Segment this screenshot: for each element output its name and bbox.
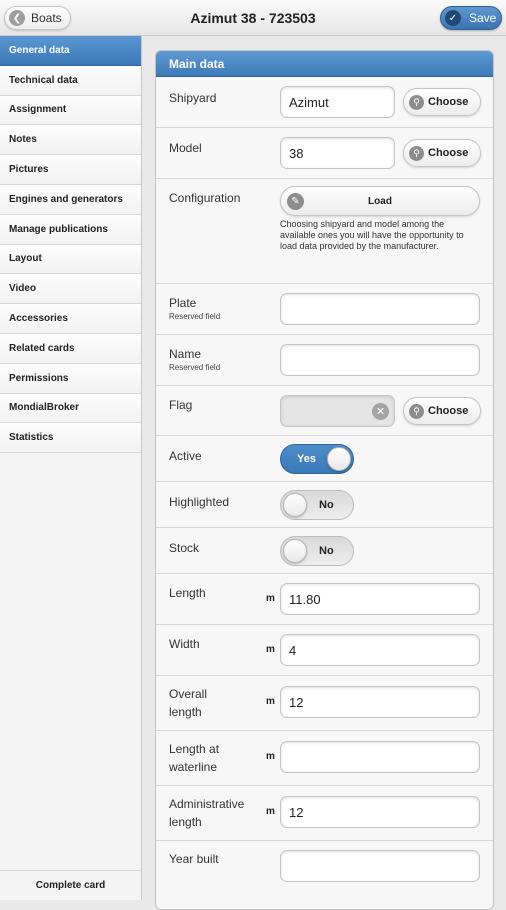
active-row: Active Yes <box>156 436 493 482</box>
active-toggle-text: Yes <box>297 453 316 465</box>
toggle-knob <box>283 493 307 517</box>
highlighted-toggle-text: No <box>319 499 334 511</box>
plate-field[interactable] <box>280 293 480 325</box>
panel-title: Main data <box>156 51 493 77</box>
configuration-help-text: Choosing shipyard and model among the av… <box>280 219 464 251</box>
plate-row: Plate Reserved field <box>156 284 493 335</box>
length-label: Length <box>169 586 206 600</box>
choose-label: Choose <box>428 96 469 108</box>
highlighted-toggle[interactable]: No <box>280 490 354 520</box>
name-reserved-note: Reserved field <box>169 363 221 372</box>
sidebar-item-general-data[interactable]: General data <box>0 36 141 66</box>
plate-label: Plate Reserved field <box>169 294 220 321</box>
width-field[interactable]: 4 <box>280 634 480 666</box>
load-label: Load <box>368 195 392 207</box>
sidebar: General data Technical data Assignment N… <box>0 36 142 900</box>
width-label: Width <box>169 637 200 651</box>
administrative-length-field[interactable]: 12 <box>280 796 480 828</box>
administrative-length-label: Administrative length <box>169 797 245 829</box>
flag-row: Flag ✕ ⚲ Choose <box>156 386 493 436</box>
sidebar-item-video[interactable]: Video <box>0 274 141 305</box>
sidebar-item-engines[interactable]: Engines and generators <box>0 184 141 215</box>
complete-card-button[interactable]: Complete card <box>0 870 141 900</box>
highlighted-label: Highlighted <box>169 495 230 509</box>
name-field[interactable] <box>280 344 480 376</box>
year-built-row: Year built <box>156 841 493 901</box>
configuration-label: Configuration <box>169 191 241 205</box>
waterline-length-unit: m <box>266 751 275 762</box>
flag-field[interactable]: ✕ <box>280 395 395 427</box>
search-icon: ⚲ <box>409 145 424 161</box>
length-unit: m <box>266 593 275 604</box>
active-label: Active <box>169 449 202 463</box>
highlighted-row: Highlighted No <box>156 482 493 528</box>
shipyard-field[interactable]: Azimut <box>280 86 395 118</box>
flag-choose-button[interactable]: ⚲ Choose <box>403 397 481 425</box>
sidebar-item-technical-data[interactable]: Technical data <box>0 65 141 96</box>
administrative-length-row: Administrative length m 12 <box>156 786 493 841</box>
sidebar-item-accessories[interactable]: Accessories <box>0 304 141 334</box>
check-icon: ✓ <box>445 10 461 26</box>
top-bar: ❮ Boats Azimut 38 - 723503 ✓ Save <box>0 0 506 36</box>
model-row: Model 38 ⚲ Choose <box>156 128 493 179</box>
model-choose-button[interactable]: ⚲ Choose <box>403 139 481 167</box>
waterline-length-label: Length at waterline <box>169 742 220 774</box>
pencil-icon: ✎ <box>287 193 304 210</box>
stock-row: Stock No <box>156 528 493 574</box>
width-row: Width m 4 <box>156 625 493 676</box>
year-built-label: Year built <box>169 852 219 866</box>
save-button[interactable]: ✓ Save <box>440 6 502 30</box>
clear-icon[interactable]: ✕ <box>372 403 389 420</box>
shipyard-choose-button[interactable]: ⚲ Choose <box>403 88 481 116</box>
waterline-length-row: Length at waterline m <box>156 731 493 786</box>
page-title: Azimut 38 - 723503 <box>190 10 316 26</box>
length-field[interactable]: 11.80 <box>280 583 480 615</box>
overall-length-unit: m <box>266 696 275 707</box>
length-row: Length m 11.80 <box>156 574 493 625</box>
sidebar-item-layout[interactable]: Layout <box>0 244 141 275</box>
choose-label: Choose <box>428 147 469 159</box>
width-unit: m <box>266 644 275 655</box>
stock-toggle-text: No <box>319 545 334 557</box>
shipyard-label: Shipyard <box>169 91 217 105</box>
active-toggle[interactable]: Yes <box>280 444 354 474</box>
name-row: Name Reserved field <box>156 335 493 386</box>
main-data-panel: Main data Shipyard Azimut ⚲ Choose Model… <box>155 50 494 910</box>
search-icon: ⚲ <box>409 403 424 419</box>
choose-label: Choose <box>428 405 469 417</box>
sidebar-item-notes[interactable]: Notes <box>0 125 141 156</box>
search-icon: ⚲ <box>409 94 424 110</box>
year-built-field[interactable] <box>280 850 480 882</box>
waterline-length-field[interactable] <box>280 741 480 773</box>
toggle-knob <box>327 447 351 471</box>
sidebar-item-assignment[interactable]: Assignment <box>0 95 141 126</box>
sidebar-item-publications[interactable]: Manage publications <box>0 214 141 245</box>
toggle-knob <box>283 539 307 563</box>
save-button-label: Save <box>469 11 497 25</box>
model-field[interactable]: 38 <box>280 137 395 169</box>
stock-label: Stock <box>169 541 200 555</box>
plate-reserved-note: Reserved field <box>169 312 221 321</box>
sidebar-item-mondialbroker[interactable]: MondialBroker <box>0 393 141 424</box>
sidebar-item-pictures[interactable]: Pictures <box>0 155 141 185</box>
model-label: Model <box>169 141 202 155</box>
overall-length-field[interactable]: 12 <box>280 686 480 718</box>
name-label-text: Name <box>169 347 202 361</box>
administrative-length-unit: m <box>266 806 275 817</box>
sidebar-item-permissions[interactable]: Permissions <box>0 363 141 394</box>
plate-label-text: Plate <box>169 296 197 310</box>
stock-toggle[interactable]: No <box>280 536 354 566</box>
sidebar-item-statistics[interactable]: Statistics <box>0 423 141 454</box>
sidebar-item-related-cards[interactable]: Related cards <box>0 333 141 364</box>
name-label: Name Reserved field <box>169 345 220 372</box>
configuration-row: Configuration ✎ Load Choosing shipyard a… <box>156 179 493 284</box>
overall-length-row: Overall length m 12 <box>156 676 493 731</box>
shipyard-row: Shipyard Azimut ⚲ Choose <box>156 77 493 128</box>
flag-label: Flag <box>169 398 193 412</box>
overall-length-label: Overall length <box>169 687 208 719</box>
load-button[interactable]: ✎ Load <box>280 186 480 216</box>
